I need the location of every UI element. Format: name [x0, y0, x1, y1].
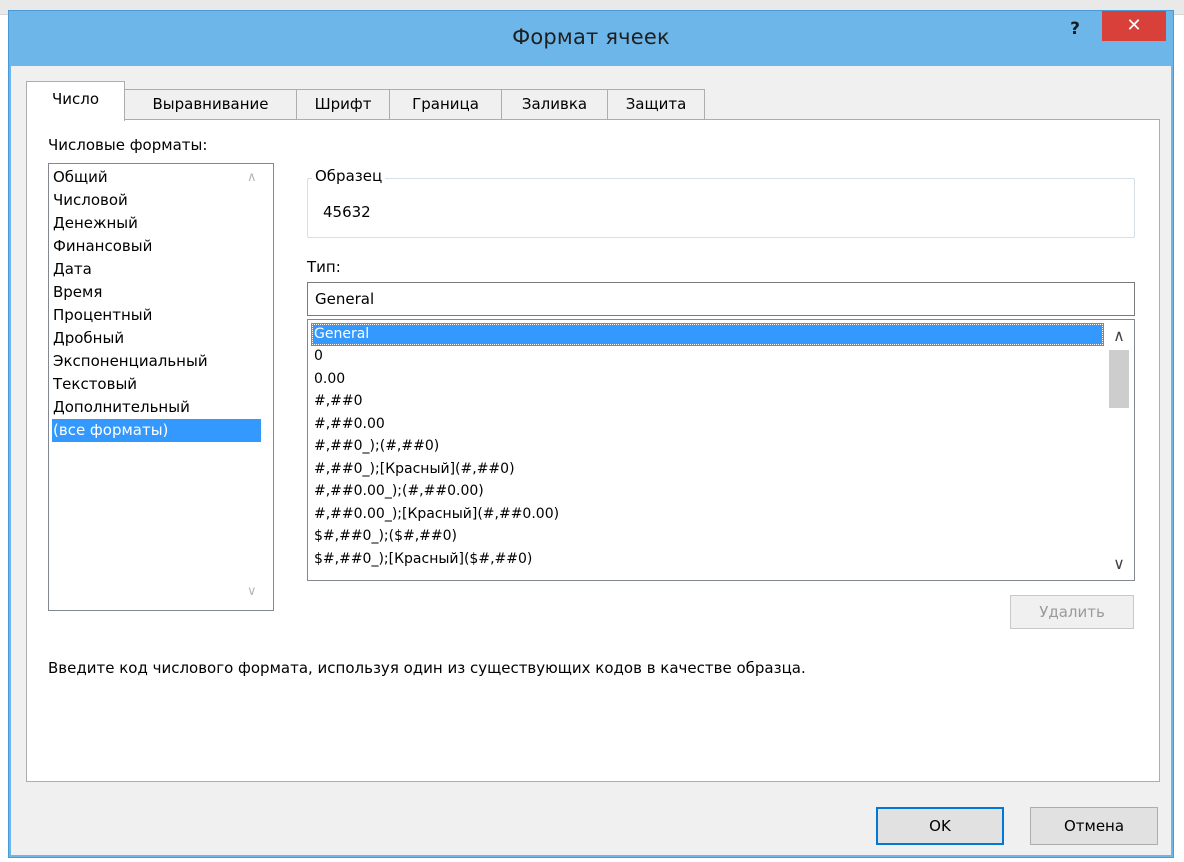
ok-button[interactable]: OK — [876, 807, 1004, 845]
category-scroll-down-icon[interactable]: ∨ — [247, 584, 257, 599]
tab-border[interactable]: Граница — [389, 89, 502, 119]
type-item[interactable]: $#,##0_);($#,##0) — [311, 525, 457, 548]
category-item-time[interactable]: Время — [52, 281, 104, 304]
title-bar: Формат ячеек ? ✕ — [9, 11, 1173, 67]
tab-font[interactable]: Шрифт — [296, 89, 390, 119]
category-item-date[interactable]: Дата — [52, 258, 94, 281]
category-item-special[interactable]: Дополнительный — [52, 396, 192, 419]
type-item[interactable]: $#,##0_);[Красный]($#,##0) — [311, 548, 532, 571]
close-button[interactable]: ✕ — [1102, 11, 1166, 41]
type-item[interactable]: #,##0.00 — [311, 413, 385, 436]
category-item-text[interactable]: Текстовый — [52, 373, 139, 396]
type-item[interactable]: General — [311, 323, 1104, 346]
format-description: Введите код числового формата, используя… — [48, 659, 806, 677]
category-label: Числовые форматы: — [48, 136, 208, 154]
number-tab-panel: Числовые форматы: Общий Числовой Денежны… — [26, 119, 1160, 782]
type-item[interactable]: 0.00 — [311, 368, 345, 391]
cancel-button[interactable]: Отмена — [1030, 807, 1158, 845]
dialog-client-area: Число Выравнивание Шрифт Граница Заливка… — [11, 66, 1171, 855]
category-item-scientific[interactable]: Экспоненциальный — [52, 350, 210, 373]
type-item[interactable]: #,##0.00_);[Красный](#,##0.00) — [311, 503, 559, 526]
category-item-general[interactable]: Общий — [52, 166, 110, 189]
type-label: Тип: — [307, 258, 341, 276]
help-button[interactable]: ? — [1061, 15, 1089, 43]
scroll-down-icon[interactable]: ∨ — [1104, 552, 1134, 576]
sample-value: 45632 — [323, 203, 371, 221]
type-item[interactable]: #,##0_);[Красный](#,##0) — [311, 458, 515, 481]
type-item[interactable]: #,##0 — [311, 390, 363, 413]
sample-legend: Образец — [312, 167, 386, 185]
tab-protection[interactable]: Защита — [607, 89, 705, 119]
type-item[interactable]: 0 — [311, 345, 323, 368]
category-item-currency[interactable]: Денежный — [52, 212, 140, 235]
category-item-percentage[interactable]: Процентный — [52, 304, 154, 327]
close-icon: ✕ — [1126, 15, 1142, 36]
category-item-custom[interactable]: (все форматы) — [52, 419, 261, 442]
type-listbox[interactable]: General 0 0.00 #,##0 #,##0.00 #,##0_);(#… — [307, 319, 1135, 581]
format-cells-dialog: Формат ячеек ? ✕ Число Выравнивание Шриф… — [8, 10, 1174, 858]
category-item-number[interactable]: Числовой — [52, 189, 130, 212]
category-scroll-up-icon[interactable]: ∧ — [247, 170, 257, 185]
tab-fill[interactable]: Заливка — [501, 89, 608, 119]
scroll-thumb[interactable] — [1109, 350, 1129, 408]
tab-alignment[interactable]: Выравнивание — [124, 89, 297, 119]
type-item[interactable]: #,##0_);(#,##0) — [311, 435, 439, 458]
category-listbox[interactable]: Общий Числовой Денежный Финансовый Дата … — [48, 163, 274, 611]
sample-group: Образец 45632 — [307, 167, 1135, 238]
tab-number[interactable]: Число — [26, 81, 125, 121]
dialog-title: Формат ячеек — [512, 25, 670, 49]
type-input[interactable]: General — [307, 282, 1135, 316]
category-item-accounting[interactable]: Финансовый — [52, 235, 154, 258]
type-scrollbar[interactable]: ∧ ∨ — [1104, 320, 1134, 580]
type-item[interactable]: #,##0.00_);(#,##0.00) — [311, 480, 484, 503]
category-item-fraction[interactable]: Дробный — [52, 327, 126, 350]
scroll-up-icon[interactable]: ∧ — [1104, 324, 1134, 348]
delete-button[interactable]: Удалить — [1010, 595, 1134, 629]
